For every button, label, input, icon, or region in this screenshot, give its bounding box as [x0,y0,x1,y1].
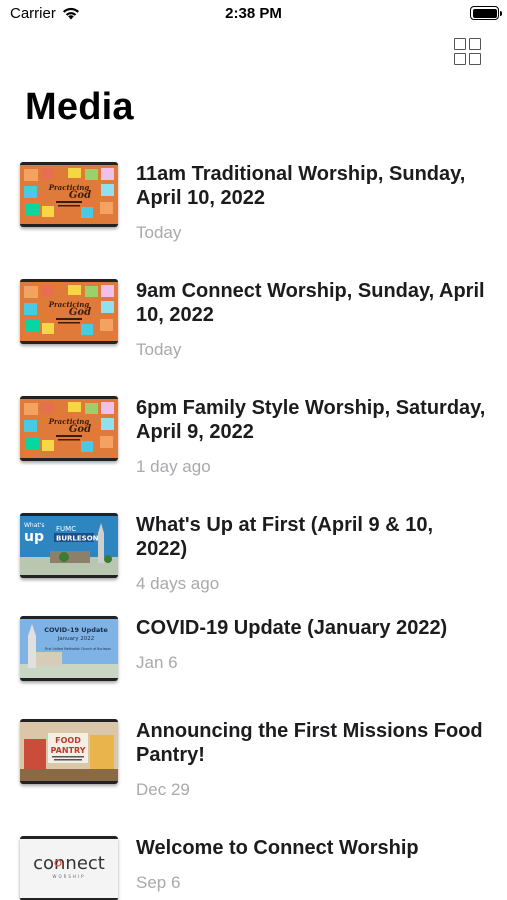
svg-text:God: God [69,424,91,435]
battery-icon [470,6,502,20]
thumbnail-practicing-presence: Practicing God [20,279,118,344]
thumbnail-connect-worship: connect WORSHIP [20,836,118,900]
svg-text:First United Methodist Church: First United Methodist Church of Burleso… [45,647,111,651]
svg-text:January 2022: January 2022 [57,636,95,642]
svg-text:connect: connect [33,853,105,874]
thumbnail-whats-up-fumc: What's up FUMC BURLESON [20,513,118,578]
media-item-date: Today [136,340,182,359]
media-item-title: 9am Connect Worship, Sunday, April 10, 2… [136,280,485,326]
status-bar: Carrier 2:38 PM [0,0,507,30]
thumbnail-food-pantry: FOOD PANTRY [20,719,118,784]
media-item-date: Today [136,223,182,242]
media-item-date: Dec 29 [136,780,190,799]
media-item-title: What's Up at First (April 9 & 10, 2022) [136,514,434,560]
clock: 2:38 PM [225,5,282,22]
media-item-date: 4 days ago [136,574,220,593]
svg-text:up: up [24,529,44,545]
svg-text:God: God [69,190,91,201]
svg-text:FUMC: FUMC [56,525,76,533]
svg-text:What's: What's [24,522,45,529]
media-item-title: 11am Traditional Worship, Sunday, April … [136,163,466,209]
svg-text:FOOD: FOOD [55,736,81,745]
media-item-title: Welcome to Connect Worship [136,837,419,859]
media-item-title: 6pm Family Style Worship, Saturday, Apri… [136,397,486,443]
thumbnail-covid-update: COVID-19 Update January 2022 First Unite… [20,616,118,681]
media-item-title: COVID-19 Update (January 2022) [136,617,448,639]
svg-text:BURLESON: BURLESON [56,535,99,543]
media-item-date: 1 day ago [136,457,211,476]
media-item-date: Jan 6 [136,653,178,672]
grid-icon [454,38,466,50]
thumbnail-practicing-presence: Practicing God [20,162,118,227]
grid-view-button[interactable] [454,38,484,68]
media-item-date: Sep 6 [136,873,181,892]
page-title: Media [25,86,134,128]
svg-text:God: God [69,307,91,318]
media-item-title: Announcing the First Missions Food Pantr… [136,720,483,766]
thumbnail-practicing-presence: Practicing God [20,396,118,461]
svg-text:PANTRY: PANTRY [51,746,86,755]
svg-text:WORSHIP: WORSHIP [52,874,85,879]
svg-text:COVID-19 Update: COVID-19 Update [44,626,108,634]
